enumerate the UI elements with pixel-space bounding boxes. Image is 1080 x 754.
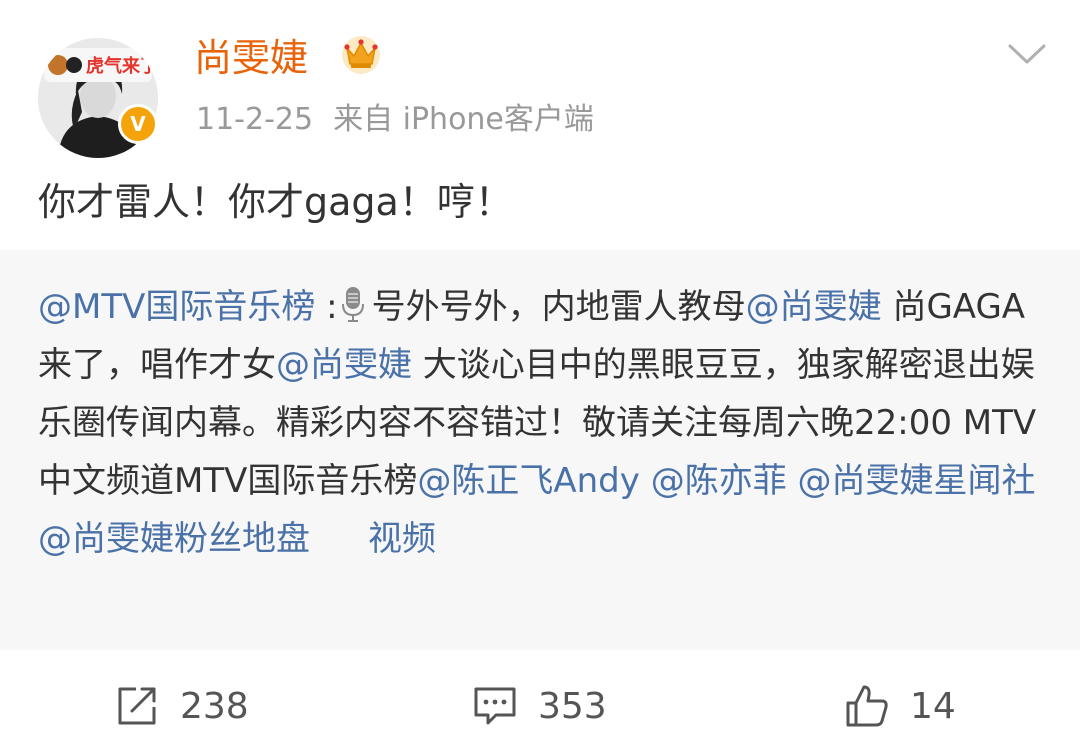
thumbs-up-icon — [846, 685, 888, 727]
repost-button[interactable]: 238 — [112, 678, 249, 734]
like-count: 14 — [910, 685, 956, 727]
avatar-caption: 虎气来了 — [86, 55, 158, 77]
verified-badge: V — [118, 104, 158, 144]
comment-icon — [474, 687, 516, 725]
post-header: 虎气来了 V 尚雯婕 11-2-25 来自 iPhone客户端 — [0, 0, 1080, 160]
comment-button[interactable]: 353 — [470, 678, 607, 734]
mention-4[interactable]: @陈亦菲 — [640, 461, 787, 501]
like-button[interactable]: 14 — [842, 678, 956, 734]
mention-5[interactable]: @尚雯婕星闻社 — [787, 461, 1036, 501]
video-link[interactable]: 视频 — [368, 519, 436, 559]
mention-6[interactable]: @尚雯婕粉丝地盘 — [38, 519, 310, 559]
post-source: 来自 iPhone客户端 — [333, 102, 594, 137]
post-meta: 11-2-25 来自 iPhone客户端 — [196, 98, 594, 142]
repost-card[interactable]: @MTV国际音乐榜 : 号外号外，内地雷人教母@尚雯婕 尚GAGA来了，唱作才女@… — [0, 250, 1080, 650]
repost-colon: : — [315, 287, 338, 327]
comment-count: 353 — [538, 685, 607, 727]
repost-count: 238 — [180, 685, 249, 727]
microphone-icon — [341, 287, 364, 322]
chevron-down-icon[interactable] — [1004, 38, 1050, 70]
mention-1[interactable]: @尚雯婕 — [746, 287, 882, 327]
repost-body: @MTV国际音乐榜 : 号外号外，内地雷人教母@尚雯婕 尚GAGA来了，唱作才女@… — [38, 278, 1046, 568]
mention-3[interactable]: @陈正飞Andy — [417, 461, 640, 501]
author-name[interactable]: 尚雯婕 — [194, 26, 308, 90]
repost-text-1: 号外号外，内地雷人教母 — [371, 287, 746, 327]
post-text: 你才雷人！你才gaga！哼！ — [38, 180, 513, 224]
share-icon — [118, 687, 156, 725]
post-date: 11-2-25 — [196, 102, 314, 137]
action-bar: 238 353 14 — [0, 660, 1080, 754]
crown-icon[interactable] — [338, 30, 384, 76]
repost-author-mention[interactable]: @MTV国际音乐榜 — [38, 287, 315, 327]
mention-2[interactable]: @尚雯婕 — [276, 345, 412, 385]
